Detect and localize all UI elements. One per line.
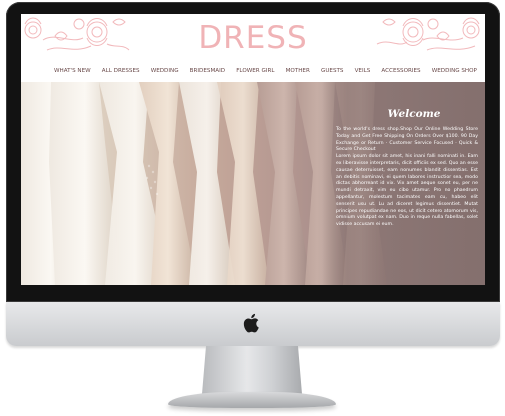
monitor-stand-base (168, 392, 336, 408)
welcome-text: To the world's dress shop.Shop Our Onlin… (336, 127, 478, 229)
floral-decoration-icon (376, 17, 480, 51)
nav-item-wedding[interactable]: WEDDING (151, 68, 179, 74)
hero-banner: Welcome To the world's dress shop.Shop O… (21, 82, 485, 285)
nav-item-all-dresses[interactable]: ALL DRESSES (102, 68, 140, 74)
welcome-heading: Welcome (387, 108, 441, 120)
apple-logo-icon (243, 313, 259, 333)
main-nav: WHAT'S NEW ALL DRESSES WEDDING BRIDESMAI… (21, 60, 485, 82)
nav-item-guests[interactable]: GUESTS (321, 68, 343, 74)
nav-item-mother[interactable]: MOTHER (286, 68, 310, 74)
site-header: DRESS (21, 14, 485, 60)
screen: DRESS WHAT'S NEW ALL DRESSES WEDDING BRI… (21, 14, 485, 285)
nav-item-bridesmaid[interactable]: BRIDESMAID (190, 68, 225, 74)
nav-item-flower-girl[interactable]: FLOWER GIRL (236, 68, 274, 74)
welcome-body-text: Lorem ipsum dolor sit amet, his inani fa… (336, 154, 478, 228)
nav-item-veils[interactable]: VEILS (355, 68, 371, 74)
nav-item-accessories[interactable]: ACCESSORIES (381, 68, 420, 74)
monitor-stand-neck (202, 346, 302, 394)
welcome-intro: To the world's dress shop.Shop Our Onlin… (336, 127, 478, 153)
nav-item-whats-new[interactable]: WHAT'S NEW (54, 68, 91, 74)
nav-item-wedding-shop[interactable]: WEDDING SHOP (432, 68, 477, 74)
